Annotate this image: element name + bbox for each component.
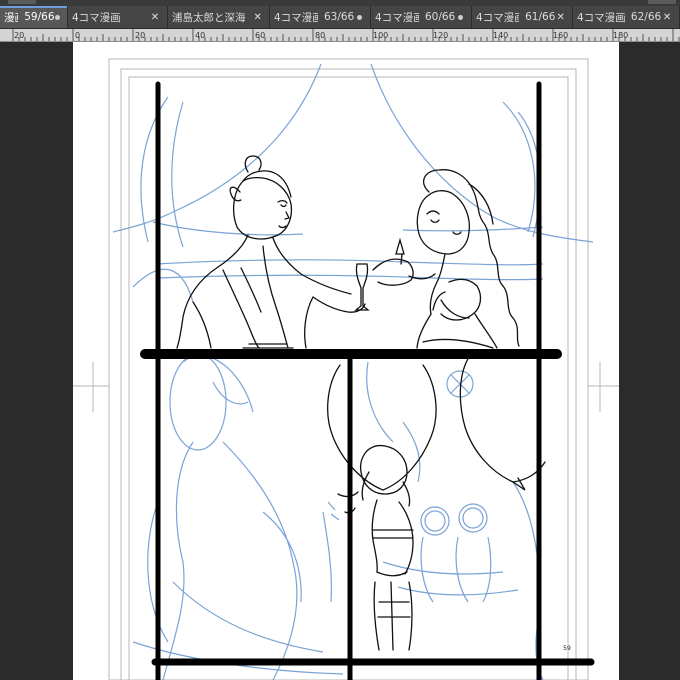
ruler-label: 160: [553, 31, 568, 40]
ruler-label: 100: [373, 31, 388, 40]
tab-document[interactable]: 漫画* 59/66: [0, 6, 68, 28]
close-icon[interactable]: ✕: [149, 11, 161, 23]
blue-sketch-layer: [112, 63, 594, 680]
samurai-head: [232, 176, 293, 240]
tab-title: 4コマ漫画: [577, 11, 625, 24]
strip-mark: [648, 0, 676, 4]
tab-page-count: 61/66: [525, 11, 556, 23]
tab-document[interactable]: 4コマ漫画 ✕: [68, 6, 168, 28]
page-number: 59: [563, 645, 571, 652]
tab-page-count: 60/66: [424, 11, 456, 23]
close-icon[interactable]: ✕: [555, 11, 566, 23]
close-icon[interactable]: ✕: [252, 11, 263, 23]
document-tab-bar: 漫画* 59/66 4コマ漫画 ✕ 浦島太郎と深海の ✕ 4コマ漫画* 63/6…: [0, 6, 680, 29]
ruler-label: 20: [14, 31, 24, 40]
tab-page-count: 62/66: [630, 11, 662, 23]
ruler-label: 60: [255, 31, 265, 40]
wine-glass: [354, 263, 370, 311]
ruler-label: 140: [493, 31, 508, 40]
tab-title: 浦島太郎と深海の: [172, 11, 246, 24]
tab-document[interactable]: 4コマ漫画 62/66 ✕: [573, 6, 680, 28]
ruler-label: 80: [315, 31, 325, 40]
manga-page-canvas[interactable]: [73, 42, 619, 680]
horizontal-ruler: 20 0 20 40 60 80 100 120 140 160 180: [0, 29, 680, 42]
ruler-label: 0: [75, 31, 80, 40]
close-icon[interactable]: ✕: [661, 11, 673, 23]
tab-title: 漫画*: [4, 11, 18, 24]
ruler-label: 40: [195, 31, 205, 40]
dancer-head: [359, 444, 408, 495]
tab-title: 4コマ漫画: [72, 11, 121, 24]
tab-title: 4コマ漫画*: [375, 11, 419, 24]
tab-title: 4コマ漫画*: [274, 11, 318, 24]
manga-artwork: [73, 58, 619, 680]
tab-page-count: 63/66: [323, 11, 355, 23]
tab-document[interactable]: 4コマ漫画* 63/66: [270, 6, 371, 28]
modified-dot-icon[interactable]: [55, 11, 62, 23]
tab-document[interactable]: 4コマ漫画 61/66 ✕: [472, 6, 573, 28]
tab-page-count: 59/66: [24, 11, 55, 23]
tab-document[interactable]: 4コマ漫画* 60/66: [371, 6, 472, 28]
ruler-scale: 20 0 20 40 60 80 100 120 140 160 180: [12, 29, 680, 41]
mermaid-head: [416, 190, 471, 255]
strip-mark: [8, 0, 36, 4]
ruler-label: 20: [135, 31, 145, 40]
modified-dot-icon[interactable]: [354, 11, 364, 23]
panel-borders: [140, 81, 595, 680]
modified-dot-icon[interactable]: [455, 11, 465, 23]
tab-document[interactable]: 浦島太郎と深海の ✕: [168, 6, 270, 28]
ruler-label: 180: [613, 31, 628, 40]
tab-title: 4コマ漫画: [476, 11, 519, 24]
ruler-label: 120: [433, 31, 448, 40]
